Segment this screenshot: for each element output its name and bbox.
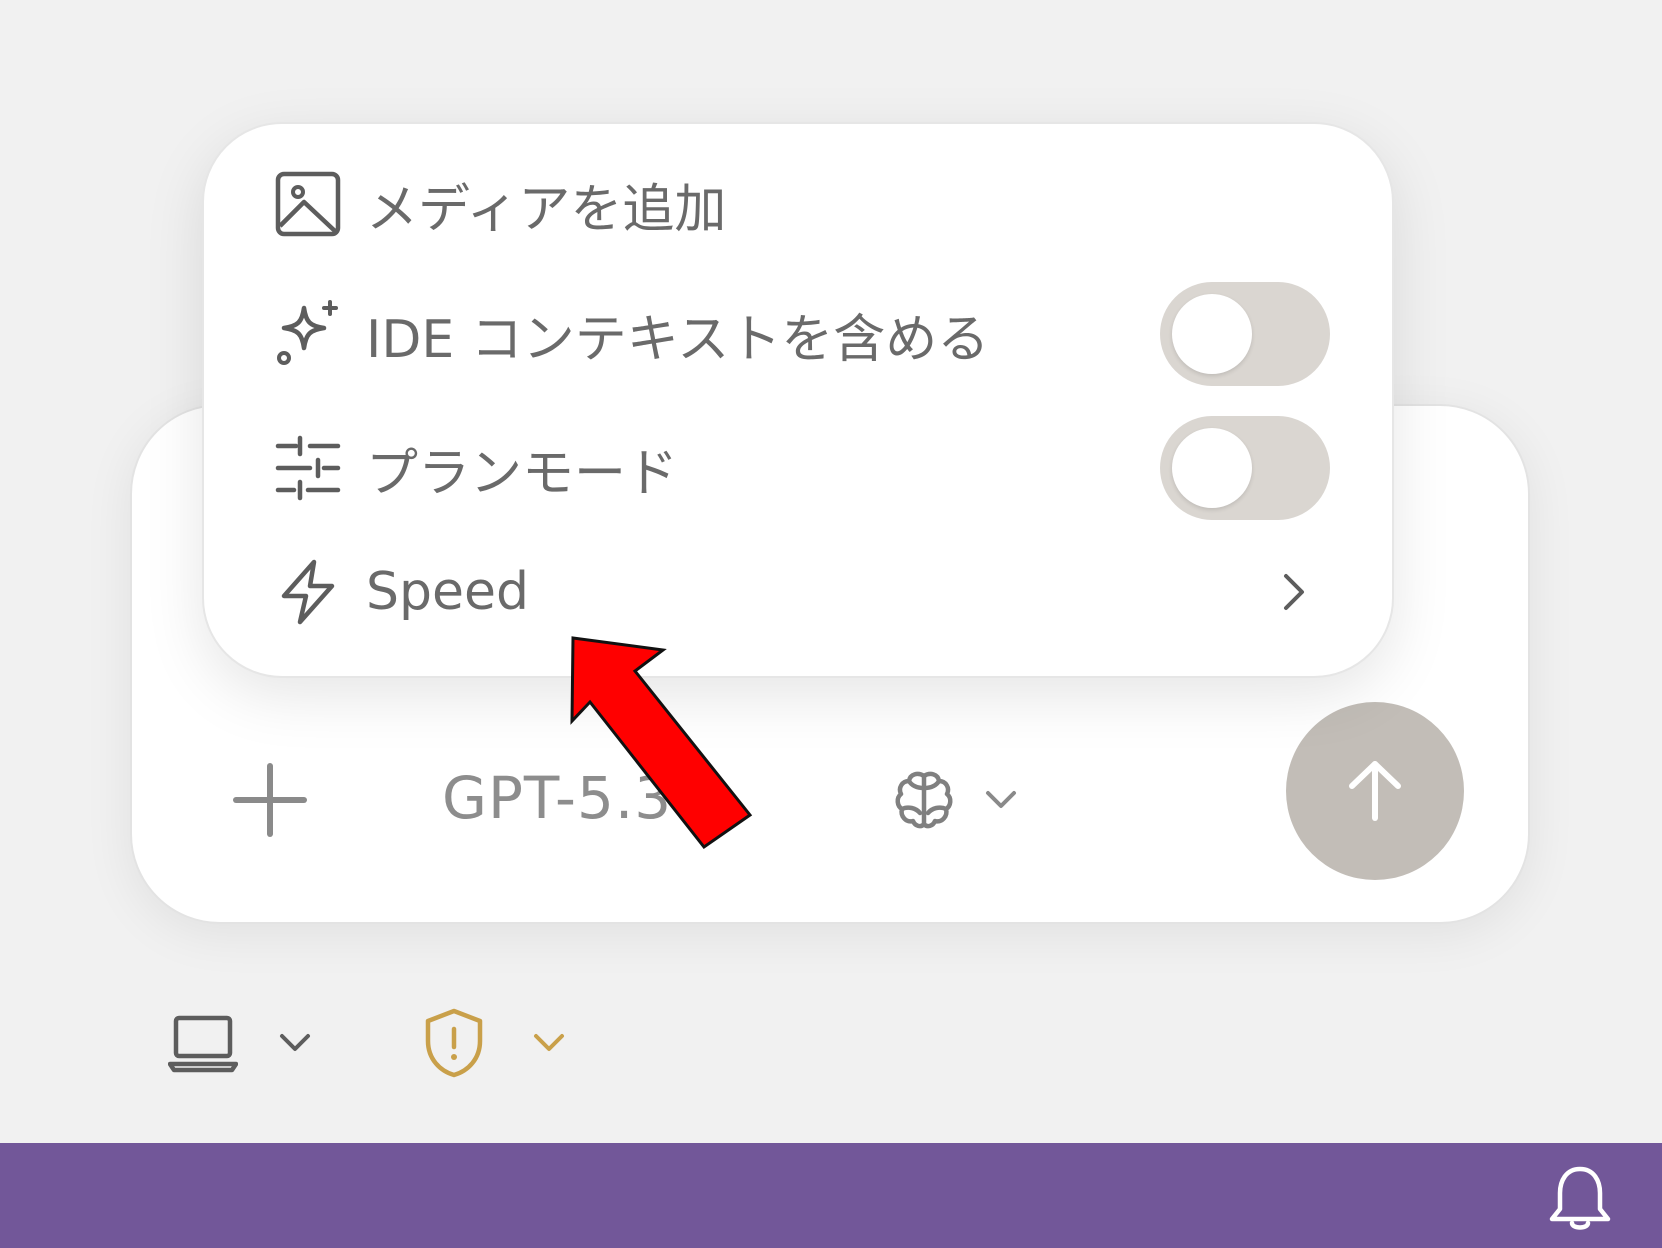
menu-item-label: プランモード [366, 443, 679, 504]
model-name: GPT-5.3 [442, 764, 673, 832]
sliders-icon [272, 432, 344, 504]
local-environment-selector[interactable] [168, 1012, 312, 1074]
arrow-up-icon [1349, 761, 1401, 821]
model-selector[interactable]: GPT-5.3 [442, 758, 720, 838]
composer-toolbar: GPT-5.3 [132, 662, 1528, 922]
laptop-icon [168, 1015, 238, 1073]
toggle-knob [1172, 294, 1252, 374]
menu-item-plan-mode[interactable]: プランモード [204, 408, 1392, 528]
add-button[interactable] [230, 760, 310, 840]
chevron-down-icon [280, 1034, 310, 1051]
brain-icon [895, 771, 953, 829]
image-icon [272, 168, 344, 240]
reasoning-selector[interactable] [892, 758, 1018, 842]
bell-icon [1549, 1166, 1611, 1230]
plus-icon [233, 763, 307, 837]
plan-mode-toggle[interactable] [1160, 416, 1330, 520]
ide-context-toggle[interactable] [1160, 282, 1330, 386]
app-window: GPT-5.3 メディアを追加 IDE コンテキストを含める プランモード Sp… [0, 0, 1662, 1248]
notifications-button[interactable] [1542, 1161, 1618, 1237]
status-bar [0, 1143, 1662, 1248]
toggle-knob [1172, 428, 1252, 508]
menu-item-label: メディアを追加 [366, 179, 727, 240]
attachment-menu: メディアを追加 IDE コンテキストを含める プランモード Speed [202, 122, 1394, 678]
environment-row [168, 998, 566, 1088]
menu-item-label: IDE コンテキストを含める [366, 309, 990, 370]
chevron-down-icon [688, 789, 719, 806]
menu-item-ide-context[interactable]: IDE コンテキストを含める [204, 274, 1392, 394]
send-button[interactable] [1286, 702, 1464, 880]
menu-item-add-media[interactable]: メディアを追加 [204, 144, 1392, 264]
menu-item-label: Speed [366, 562, 530, 622]
chevron-right-icon [1274, 562, 1314, 622]
menu-item-speed[interactable]: Speed [204, 532, 1392, 652]
sparkle-icon [272, 298, 344, 370]
permissions-selector[interactable] [422, 1007, 566, 1079]
chevron-down-icon [986, 791, 1016, 808]
chevron-down-icon [534, 1034, 564, 1051]
shield-alert-icon [425, 1008, 483, 1078]
lightning-icon [272, 556, 344, 628]
